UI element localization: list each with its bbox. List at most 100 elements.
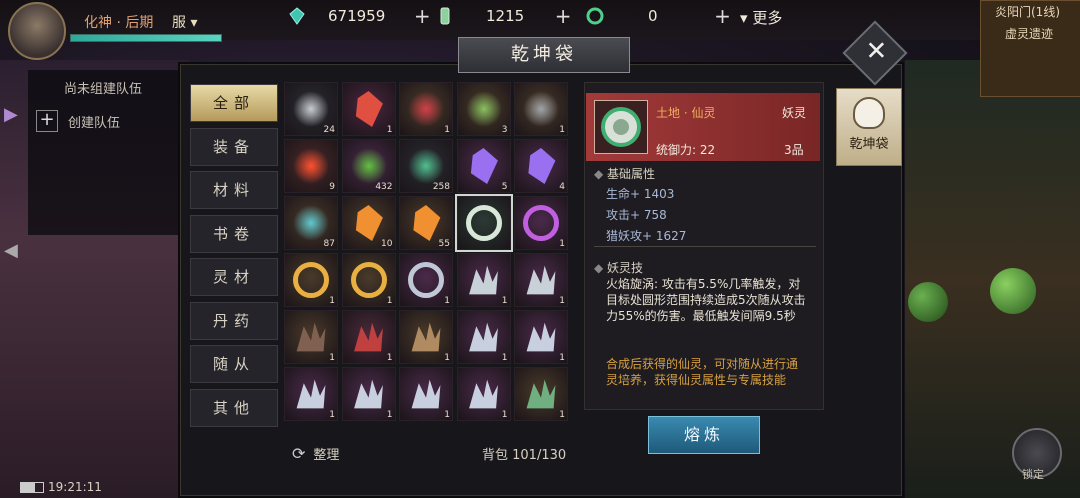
base-attr-title: ◆ 基础属性 [594,165,655,182]
silver-claw-icon [296,379,326,409]
server-label: 服 [172,15,186,31]
slot-quantity: 432 [375,182,393,192]
inventory-slot[interactable]: 258 [399,139,453,193]
more-label: 更多 [752,9,783,27]
inventory-slot[interactable]: 1 [341,310,396,364]
jade-wing-claw-icon [526,379,556,409]
slot-quantity: 1 [444,410,450,420]
silver-claw-icon [354,379,383,409]
green-orb-decoration [990,268,1036,314]
inventory-slot[interactable]: 1 [341,253,396,307]
skill-description: 火焰旋涡: 攻击有5.5%几率触发，对目标处圆形范围持续造成5次随从攻击力55%… [606,277,806,323]
slot-quantity: 1 [444,353,450,363]
tab-followers[interactable]: 随从 [190,345,278,383]
inventory-slot[interactable]: 1 [456,367,511,421]
item-name: 土地 · 仙灵 [656,106,716,120]
teal-sand-icon [293,205,329,241]
inventory-slot[interactable]: 1 [456,310,511,364]
slot-quantity: 9 [329,182,335,192]
add-coin-button[interactable]: + [714,6,732,26]
gold-ring-icon [350,262,387,298]
close-icon: ✕ [865,36,888,67]
lock-label: 锁定 [1022,468,1044,481]
stat-hp: 生命+ 1403 [606,187,675,201]
player-avatar[interactable] [8,2,66,60]
resource-coin: 0 + [586,4,732,28]
slot-quantity: 1 [559,296,565,306]
hp-fill [71,35,221,41]
pouch-icon [853,97,885,129]
inventory-slot[interactable]: 55 [399,196,453,250]
skill-title: ◆ 妖灵技 [594,259,643,276]
inventory-slot[interactable]: 1 [399,310,453,364]
plus-icon: + [36,110,58,132]
slot-quantity: 1 [444,125,450,135]
bag-tab-label: 乾坤袋 [849,137,889,152]
team-expand-arrow-icon[interactable]: ▶ [4,104,18,134]
item-type: 妖灵 [782,106,807,120]
coin-ring-icon [586,7,604,25]
inventory-slot[interactable]: 1 [514,253,568,307]
slot-quantity: 3 [501,125,508,135]
inventory-slot[interactable]: 1 [341,82,396,136]
inventory-slot[interactable]: 1 [284,253,338,307]
slot-quantity: 1 [386,296,393,306]
red-crystal-icon [355,91,383,127]
silver-crescent-icon [526,265,556,295]
refine-button[interactable]: 熔炼 [648,416,760,454]
minimap-location: 炎阳门(1线) [995,5,1060,19]
inventory-slot[interactable]: 432 [341,139,396,193]
inventory-slot[interactable]: 9 [284,139,338,193]
create-team-button[interactable]: + 创建队伍 [36,110,120,132]
slot-quantity: 1 [501,353,508,363]
bag-side-tab[interactable]: 乾坤袋 [836,88,902,166]
inventory-slot[interactable]: 1 [514,310,568,364]
add-scroll-button[interactable]: + [554,6,572,26]
inventory-slot[interactable]: 24 [284,82,338,136]
tab-all[interactable]: 全部 [190,84,278,122]
slot-quantity: 1 [501,296,508,306]
battery-icon [20,482,44,493]
inventory-slot[interactable]: 1 [341,367,396,421]
tab-spirit-materials[interactable]: 灵材 [190,258,278,296]
violet-ring-icon [523,205,559,241]
slot-quantity: 1 [559,410,565,420]
tab-scrolls[interactable]: 书卷 [190,214,278,253]
inventory-slot[interactable]: 5 [456,139,511,193]
tab-equipment[interactable]: 装备 [190,127,278,166]
inventory-slot[interactable]: 1 [514,196,568,250]
green-orb-decoration-2 [908,282,948,322]
slot-quantity: 10 [381,239,393,249]
collapse-arrow-icon[interactable]: ◀ [4,240,18,270]
sort-button[interactable]: ⟳ 整理 [292,444,339,463]
inventory-slot[interactable]: 1 [514,82,568,136]
team-panel: 尚未组建队伍 + 创建队伍 [28,70,178,235]
inventory-slot[interactable]: 1 [456,253,511,307]
inventory-slot[interactable]: 1 [399,82,453,136]
add-jade-button[interactable]: + [413,6,431,26]
inventory-slot[interactable]: 4 [514,139,568,193]
inventory-slot[interactable]: 1 [399,253,453,307]
inventory-slot[interactable]: 1 [399,367,453,421]
server-dropdown[interactable]: 服 ▾ [172,12,197,32]
create-team-label: 创建队伍 [68,115,121,131]
tab-materials[interactable]: 材料 [190,171,278,209]
inventory-slot[interactable]: 10 [341,196,396,250]
minimap[interactable]: 炎阳门(1线) 虚灵遗迹 [980,0,1080,97]
inventory-slot[interactable]: 87 [284,196,338,250]
tab-pills[interactable]: 丹药 [190,301,278,340]
skill-title-label: 妖灵技 [607,261,644,275]
slot-quantity: 1 [329,353,335,363]
slot-quantity: 1 [559,125,565,135]
inventory-slot[interactable] [454,194,513,252]
jade-orb-icon [465,205,502,241]
more-menu-button[interactable]: ▾ 更多 [740,7,782,28]
slot-quantity: 55 [438,239,450,249]
silver-claw-icon [469,379,498,409]
silver-vase-icon [293,91,329,127]
inventory-slot[interactable]: 3 [456,82,511,136]
tab-other[interactable]: 其他 [190,388,278,427]
inventory-slot[interactable]: 1 [284,310,338,364]
inventory-slot[interactable]: 1 [514,367,568,421]
inventory-slot[interactable]: 1 [284,367,338,421]
